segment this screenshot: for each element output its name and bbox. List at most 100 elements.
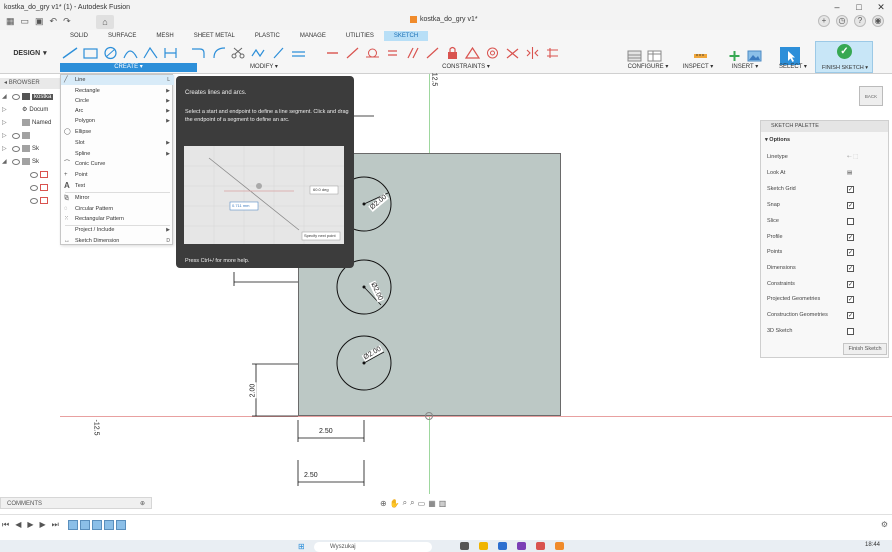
slot-tool-icon[interactable] xyxy=(160,44,180,62)
construction-tool-icon[interactable] xyxy=(288,44,308,62)
menu-item-ellipse[interactable]: ◯ Ellipse xyxy=(61,127,174,137)
browser-item-sketch-2[interactable] xyxy=(0,181,60,194)
constraints-group-label[interactable]: CONSTRAINTS ▾ xyxy=(436,63,496,72)
projected-geometries-checkbox[interactable] xyxy=(847,296,854,303)
tab-solid[interactable]: SOLID xyxy=(60,31,98,41)
save-icon[interactable]: ▣ xyxy=(35,16,44,27)
configure-group-label[interactable]: CONFIGURE ▾ xyxy=(626,63,670,72)
eye-icon[interactable] xyxy=(12,132,20,139)
undo-icon[interactable]: ↶ xyxy=(50,16,58,27)
circle-tool-icon[interactable] xyxy=(100,44,120,62)
app-icon[interactable] xyxy=(517,542,526,550)
maximize-button[interactable]: □ xyxy=(848,0,870,14)
help-icon[interactable]: ? xyxy=(854,15,866,27)
redo-icon[interactable]: ↷ xyxy=(63,16,71,27)
eye-icon[interactable] xyxy=(12,158,20,165)
menu-item-arc[interactable]: Arc ▶ xyxy=(61,106,174,116)
snap-checkbox[interactable] xyxy=(847,202,854,209)
taskbar-clock[interactable]: 18:44 xyxy=(865,542,880,548)
taskbar-search[interactable]: Wyszukaj xyxy=(314,542,432,552)
step-back-icon[interactable]: ◀ xyxy=(15,520,21,530)
tab-plastic[interactable]: PLASTIC xyxy=(245,31,290,41)
horizontal-dimension-label[interactable]: 2.50 xyxy=(303,472,319,479)
windows-start-icon[interactable]: ⊞ xyxy=(298,542,305,551)
zoom-window-icon[interactable]: ⌕ xyxy=(410,498,414,508)
file-icon[interactable]: ▭ xyxy=(21,16,30,27)
timeline-feature[interactable] xyxy=(68,520,78,530)
menu-item-text[interactable]: A Text xyxy=(61,181,174,191)
tab-mesh[interactable]: MESH xyxy=(146,31,183,41)
palette-options-section[interactable]: ▾ Options xyxy=(765,137,790,143)
select-group-label[interactable]: SELECT ▾ xyxy=(776,63,810,72)
menu-item-slot[interactable]: Slot ▶ xyxy=(61,138,174,148)
grid-settings-icon[interactable]: ▦ xyxy=(428,499,436,508)
equal-constraint-icon[interactable] xyxy=(382,44,402,62)
polygon-tool-icon[interactable] xyxy=(140,44,160,62)
menu-item-circle[interactable]: Circle ▶ xyxy=(61,96,174,106)
timeline-feature[interactable] xyxy=(80,520,90,530)
menu-item-polygon[interactable]: Polygon ▶ xyxy=(61,116,174,126)
menu-item-project-include[interactable]: Project / Include ▶ xyxy=(61,225,174,235)
eye-icon[interactable] xyxy=(30,197,38,204)
arc-tool-icon[interactable] xyxy=(120,44,140,62)
tab-sheet-metal[interactable]: SHEET METAL xyxy=(184,31,245,41)
hand-icon[interactable]: ✋ xyxy=(390,499,400,508)
tab-sketch[interactable]: SKETCH xyxy=(383,31,429,41)
browser-item-document-settings[interactable]: ▷ ⚙ Docum xyxy=(0,103,60,116)
browser-item-sketch-1[interactable] xyxy=(0,168,60,181)
go-to-start-icon[interactable]: ⏮ xyxy=(2,520,9,530)
view-cube[interactable]: BACK xyxy=(859,86,883,106)
step-forward-icon[interactable]: ▶ xyxy=(40,520,46,530)
menu-item-rectangular-pattern[interactable]: ⁙ Rectangular Pattern xyxy=(61,214,174,224)
timeline-feature[interactable] xyxy=(92,520,102,530)
orbit-icon[interactable]: ⊕ xyxy=(380,499,387,508)
offset-tool-icon[interactable] xyxy=(248,44,268,62)
minimize-button[interactable]: – xyxy=(826,0,848,14)
browser-item-sketch-3[interactable] xyxy=(0,194,60,207)
menu-item-line[interactable]: ╱ Line L xyxy=(61,75,174,85)
add-tab-icon[interactable]: + xyxy=(818,15,830,27)
tab-manage[interactable]: MANAGE xyxy=(290,31,336,41)
grid-icon[interactable]: ▦ xyxy=(6,16,15,27)
coincident-constraint-icon[interactable] xyxy=(342,44,362,62)
construction-geometries-checkbox[interactable] xyxy=(847,312,854,319)
parallel-constraint-icon[interactable] xyxy=(402,44,422,62)
eye-icon[interactable] xyxy=(30,171,38,178)
sketch-palette-header[interactable]: SKETCH PALETTE xyxy=(761,121,888,132)
fix-constraint-icon[interactable] xyxy=(542,44,562,62)
browser-item-named-views[interactable]: ▷ Named xyxy=(0,116,60,129)
create-group-label[interactable]: CREATE ▾ xyxy=(60,63,197,72)
move-tool-icon[interactable] xyxy=(268,44,288,62)
timeline-settings-icon[interactable]: ⚙ xyxy=(881,520,888,529)
browser-header[interactable]: ◂ BROWSER xyxy=(0,78,60,89)
perpendicular-constraint-icon[interactable] xyxy=(422,44,442,62)
menu-item-rectangle[interactable]: Rectangle ▶ xyxy=(61,86,174,96)
browser-item-sketch-folder[interactable]: ◢ Sk xyxy=(0,155,60,168)
close-button[interactable]: ✕ xyxy=(870,0,892,14)
linetype-icon[interactable]: ⇠ ⬚ xyxy=(847,151,858,163)
browser-item-root[interactable]: ◢ kostka xyxy=(0,90,60,103)
timeline-feature[interactable] xyxy=(104,520,114,530)
points-checkbox[interactable] xyxy=(847,249,854,256)
vertical-dimension-label[interactable]: 2.00 xyxy=(249,382,257,399)
app-icon[interactable] xyxy=(460,542,469,550)
palette-finish-sketch-button[interactable]: Finish Sketch xyxy=(843,343,887,355)
midpoint-constraint-icon[interactable] xyxy=(462,44,482,62)
tab-utilities[interactable]: UTILITIES xyxy=(336,31,384,41)
eye-icon[interactable] xyxy=(12,145,20,152)
inspect-group-label[interactable]: INSPECT ▾ xyxy=(680,63,716,72)
fillet-tool-icon[interactable] xyxy=(188,44,208,62)
collinear-constraint-icon[interactable] xyxy=(502,44,522,62)
workspace-switcher[interactable]: DESIGN ▾ xyxy=(4,38,56,68)
symmetry-constraint-icon[interactable] xyxy=(522,44,542,62)
concentric-constraint-icon[interactable] xyxy=(482,44,502,62)
eye-icon[interactable] xyxy=(12,93,20,100)
menu-item-sketch-dimension[interactable]: ↔ Sketch Dimension D xyxy=(61,236,174,246)
go-to-end-icon[interactable]: ⏭ xyxy=(52,520,59,530)
add-comment-icon[interactable]: ⊕ xyxy=(140,498,145,510)
menu-item-conic-curve[interactable]: ⌒ Conic Curve xyxy=(61,159,174,169)
viewports-icon[interactable]: ▥ xyxy=(439,499,447,508)
scissors-icon[interactable] xyxy=(228,44,248,62)
line-tool-icon[interactable] xyxy=(60,44,80,62)
document-tab[interactable]: kostka_do_gry v1* xyxy=(410,16,478,23)
